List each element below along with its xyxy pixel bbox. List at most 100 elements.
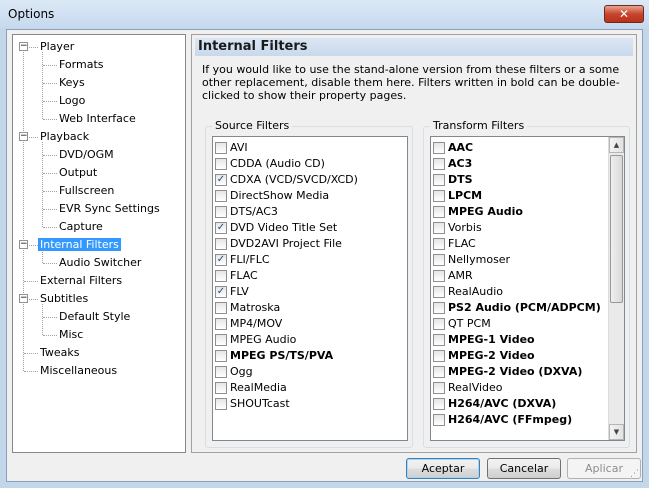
tree-item-miscellaneous[interactable]: Miscellaneous bbox=[38, 362, 119, 379]
filter-label: Vorbis bbox=[448, 221, 482, 234]
checkmark-icon: ✓ bbox=[216, 174, 226, 185]
transform-scrollbar[interactable]: ▲ ▼ bbox=[608, 137, 624, 440]
filter-checkbox[interactable] bbox=[433, 238, 445, 250]
tree-item-player[interactable]: Player bbox=[38, 38, 76, 55]
cancel-button[interactable]: Cancelar bbox=[487, 458, 561, 479]
filter-checkbox[interactable] bbox=[215, 318, 227, 330]
filter-checkbox[interactable] bbox=[215, 350, 227, 362]
filter-checkbox[interactable] bbox=[433, 270, 445, 282]
filter-checkbox[interactable] bbox=[433, 334, 445, 346]
filter-label: AC3 bbox=[448, 157, 473, 170]
filter-checkbox[interactable] bbox=[215, 302, 227, 314]
tree-item-evr-sync-settings[interactable]: EVR Sync Settings bbox=[57, 200, 162, 217]
tree-item-label: Player bbox=[40, 40, 75, 53]
scroll-down-button[interactable]: ▼ bbox=[609, 424, 624, 440]
collapse-icon[interactable]: − bbox=[19, 240, 28, 249]
tree-item-logo[interactable]: Logo bbox=[57, 92, 87, 109]
tree-item-playback[interactable]: Playback bbox=[38, 128, 91, 145]
tree-item-subtitles[interactable]: Subtitles bbox=[38, 290, 90, 307]
tree-item-internal-filters[interactable]: Internal Filters bbox=[38, 236, 121, 253]
tree-item-label: Formats bbox=[59, 58, 104, 71]
source-filters-list[interactable]: SHOUTcast RealMedia Ogg MPEG PS/TS/PVA MPEG … bbox=[212, 136, 408, 441]
filter-label: PS2 Audio (PCM/ADPCM) bbox=[448, 301, 601, 314]
filter-checkbox[interactable] bbox=[433, 190, 445, 202]
transform-filters-list[interactable]: H264/AVC (FFmpeg) H264/AVC (DXVA) RealVide… bbox=[430, 136, 625, 441]
tree-item-label: Tweaks bbox=[40, 346, 80, 359]
filter-checkbox[interactable] bbox=[215, 238, 227, 250]
tree-item-fullscreen[interactable]: Fullscreen bbox=[57, 182, 116, 199]
collapse-icon[interactable]: − bbox=[19, 42, 28, 51]
filter-checkbox[interactable] bbox=[215, 398, 227, 410]
tree-item-formats[interactable]: Formats bbox=[57, 56, 106, 73]
tree-connector bbox=[43, 209, 57, 210]
tree-item-misc[interactable]: Misc bbox=[57, 326, 85, 343]
filter-checkbox[interactable] bbox=[215, 206, 227, 218]
filter-label: AMR bbox=[448, 269, 473, 282]
filter-label: RealMedia bbox=[230, 381, 287, 394]
tree-connector bbox=[43, 227, 57, 228]
tree-item-default-style[interactable]: Default Style bbox=[57, 308, 132, 325]
checkmark-icon: ✓ bbox=[216, 222, 226, 233]
filter-checkbox[interactable] bbox=[433, 302, 445, 314]
filter-checkbox[interactable] bbox=[433, 158, 445, 170]
resize-grip-icon[interactable]: ⋰ bbox=[630, 469, 640, 479]
options-tree[interactable]: Player − Formats Keys Logo Web Interface Playb… bbox=[12, 34, 186, 453]
tree-item-label: External Filters bbox=[40, 274, 123, 287]
filter-checkbox[interactable] bbox=[215, 270, 227, 282]
filter-checkbox[interactable] bbox=[433, 398, 445, 410]
page-title: Internal Filters bbox=[195, 38, 633, 56]
tree-item-external-filters[interactable]: External Filters bbox=[38, 272, 124, 289]
filter-label: QT PCM bbox=[448, 317, 491, 330]
filter-checkbox[interactable] bbox=[433, 174, 445, 186]
tree-item-label: Logo bbox=[59, 94, 86, 107]
scroll-thumb[interactable] bbox=[610, 155, 623, 303]
filter-checkbox[interactable]: ✓ bbox=[215, 286, 227, 298]
filter-checkbox[interactable] bbox=[215, 366, 227, 378]
filter-checkbox[interactable] bbox=[215, 190, 227, 202]
ok-button[interactable]: Aceptar bbox=[406, 458, 480, 479]
filter-label: LPCM bbox=[448, 189, 483, 202]
filter-checkbox[interactable] bbox=[215, 158, 227, 170]
filter-checkbox[interactable] bbox=[433, 222, 445, 234]
scroll-up-button[interactable]: ▲ bbox=[609, 137, 624, 153]
filter-checkbox[interactable] bbox=[215, 334, 227, 346]
collapse-icon[interactable]: − bbox=[19, 294, 28, 303]
tree-item-web-interface[interactable]: Web Interface bbox=[57, 110, 138, 127]
filter-checkbox[interactable] bbox=[433, 414, 445, 426]
tree-item-tweaks[interactable]: Tweaks bbox=[38, 344, 82, 361]
filter-label: AAC bbox=[448, 141, 474, 154]
filter-checkbox[interactable]: ✓ bbox=[215, 254, 227, 266]
tree-item-audio-switcher[interactable]: Audio Switcher bbox=[57, 254, 143, 271]
tree-connector bbox=[43, 173, 57, 174]
transform-filters-title: Transform Filters bbox=[430, 119, 528, 132]
checkmark-icon: ✓ bbox=[216, 286, 226, 297]
tree-connector bbox=[43, 65, 57, 66]
filter-checkbox[interactable] bbox=[433, 142, 445, 154]
tree-item-capture[interactable]: Capture bbox=[57, 218, 105, 235]
filter-checkbox[interactable] bbox=[433, 286, 445, 298]
filter-checkbox[interactable] bbox=[433, 382, 445, 394]
filter-label: MPEG-1 Video bbox=[448, 333, 535, 346]
tree-item-dvd-ogm[interactable]: DVD/OGM bbox=[57, 146, 116, 163]
filter-checkbox[interactable] bbox=[433, 366, 445, 378]
filter-checkbox[interactable] bbox=[215, 382, 227, 394]
dialog-client: Player − Formats Keys Logo Web Interface Playb… bbox=[6, 29, 643, 482]
filter-checkbox[interactable] bbox=[433, 350, 445, 362]
filter-label: MP4/MOV bbox=[230, 317, 283, 330]
filter-checkbox[interactable] bbox=[215, 142, 227, 154]
filter-checkbox[interactable] bbox=[433, 254, 445, 266]
filter-checkbox[interactable]: ✓ bbox=[215, 222, 227, 234]
filter-checkbox[interactable] bbox=[433, 206, 445, 218]
filter-label: FLAC bbox=[448, 237, 476, 250]
tree-item-output[interactable]: Output bbox=[57, 164, 99, 181]
filter-checkbox[interactable] bbox=[433, 318, 445, 330]
filter-label: Ogg bbox=[230, 365, 253, 378]
title-bar[interactable]: Options ✕ bbox=[0, 0, 649, 28]
tree-connector bbox=[43, 119, 57, 120]
filter-checkbox[interactable]: ✓ bbox=[215, 174, 227, 186]
close-button[interactable]: ✕ bbox=[604, 5, 644, 23]
collapse-icon[interactable]: − bbox=[19, 132, 28, 141]
tree-item-keys[interactable]: Keys bbox=[57, 74, 87, 91]
tree-item-label: Default Style bbox=[59, 310, 131, 323]
filter-label: MPEG-2 Video (DXVA) bbox=[448, 365, 583, 378]
